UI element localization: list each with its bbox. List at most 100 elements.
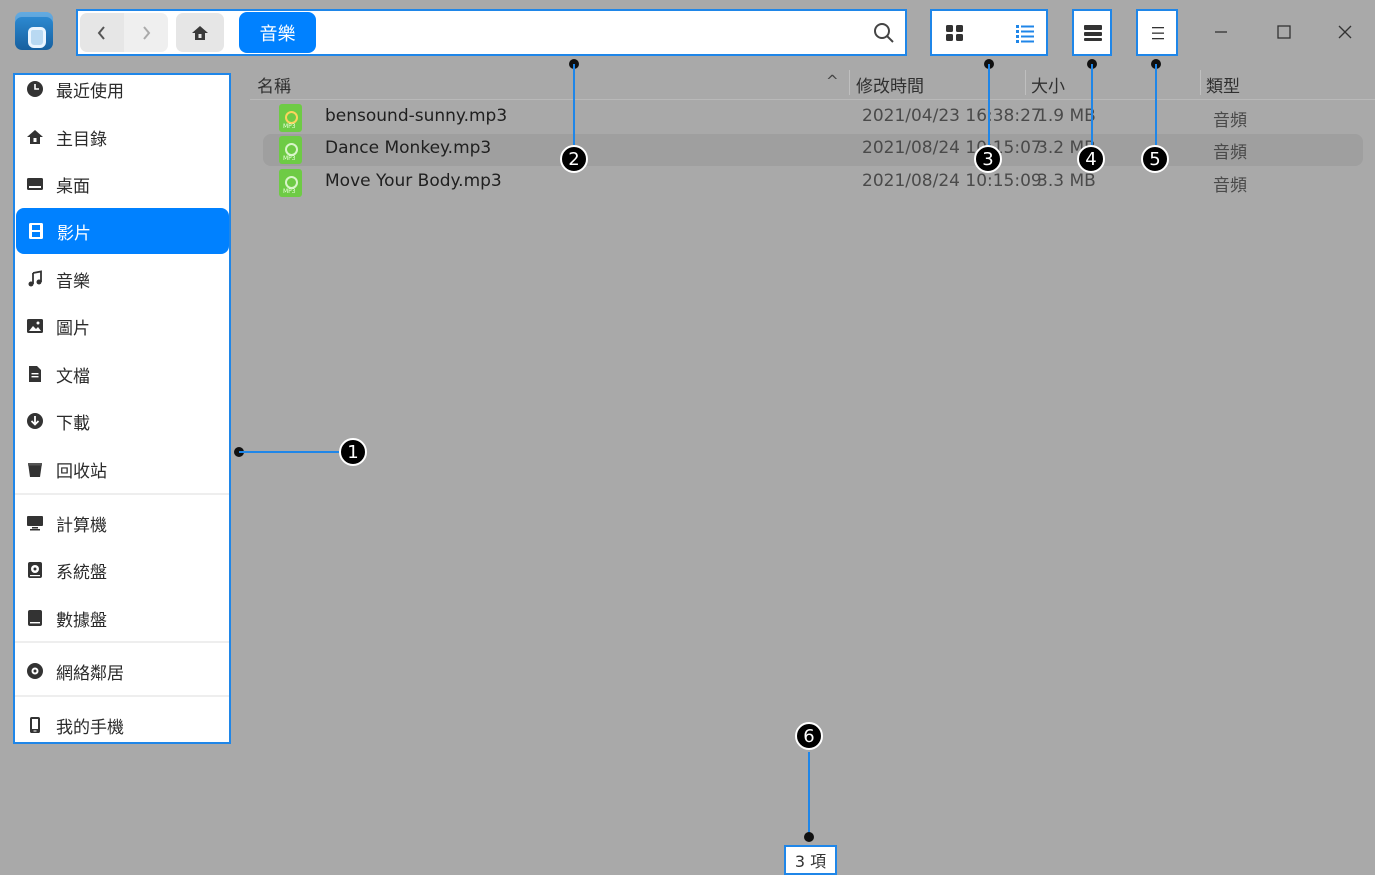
file-row[interactable]: Move Your Body.mp3 2021/08/24 10:15:09 3…	[263, 167, 1363, 199]
file-type: 音頻	[1213, 143, 1247, 163]
sidebar-item-videos[interactable]: 影片	[16, 208, 229, 254]
file-type: 音頻	[1213, 176, 1247, 196]
maximize-icon	[1277, 25, 1291, 39]
grid-icon[interactable]	[944, 22, 966, 44]
callout-badge: 6	[795, 722, 823, 750]
file-name: Move Your Body.mp3	[325, 171, 502, 191]
file-row[interactable]: bensound-sunny.mp3 2021/04/23 16:38:27 1…	[263, 102, 1363, 134]
file-type: 音頻	[1213, 111, 1247, 131]
sidebar-divider	[15, 695, 229, 697]
breadcrumb-music[interactable]: 音樂	[239, 12, 316, 53]
sidebar-item-label: 下載	[56, 413, 90, 434]
maximize-button[interactable]	[1268, 16, 1300, 48]
mp3-file-icon	[279, 169, 302, 197]
file-row-selected[interactable]: Dance Monkey.mp3 2021/08/24 10:15:07 3.2…	[263, 134, 1363, 166]
file-name: Dance Monkey.mp3	[325, 138, 492, 158]
address-bar: 音樂	[76, 9, 907, 56]
home-icon	[192, 25, 208, 40]
sidebar-item-pictures[interactable]: 圖片	[15, 303, 229, 349]
home-button[interactable]	[176, 13, 224, 52]
file-modified: 2021/04/23 16:38:27	[862, 106, 1042, 126]
sidebar-item-label: 桌面	[56, 176, 90, 197]
sidebar-divider	[15, 493, 229, 495]
system-disk-icon	[25, 560, 45, 580]
sidebar-item-label: 最近使用	[56, 81, 124, 102]
hamburger-menu-icon	[1152, 27, 1164, 40]
sidebar-item-desktop[interactable]: 桌面	[15, 161, 229, 207]
mp3-file-icon	[279, 104, 302, 132]
file-size: 1.9 MB	[1037, 106, 1096, 126]
callout-badge: 3	[974, 145, 1002, 173]
status-item-count: 3 項	[784, 845, 837, 875]
list-icon[interactable]	[1014, 22, 1036, 44]
title-bar: 音樂	[0, 0, 1375, 66]
back-button[interactable]	[80, 13, 124, 52]
sidebar-item-home[interactable]: 主目錄	[15, 114, 229, 160]
desktop-icon	[25, 174, 45, 194]
column-divider[interactable]	[849, 70, 850, 95]
callout-line	[1091, 64, 1093, 145]
callout-line	[239, 451, 339, 453]
callout-badge: 4	[1077, 145, 1105, 173]
column-divider[interactable]	[1025, 70, 1026, 95]
forward-button[interactable]	[124, 13, 168, 52]
callout-badge: 2	[560, 145, 588, 173]
view-mode-group	[930, 9, 1048, 56]
file-size: 3.3 MB	[1037, 171, 1096, 191]
film-icon	[26, 221, 46, 241]
file-list-area[interactable]: 名稱 ^ 修改時間 大小 類型 bensound-sunny.mp3 2021/…	[250, 66, 1375, 875]
sidebar-item-label: 數據盤	[56, 610, 107, 631]
close-button[interactable]	[1329, 16, 1361, 48]
column-header: 名稱 ^ 修改時間 大小 類型	[250, 66, 1375, 100]
picture-icon	[25, 316, 45, 336]
data-disk-icon	[25, 608, 45, 628]
column-size[interactable]: 大小	[1031, 72, 1065, 97]
close-icon	[1338, 25, 1352, 39]
detail-view-button[interactable]	[1072, 9, 1112, 56]
column-divider[interactable]	[1200, 70, 1201, 95]
sidebar-item-label: 網絡鄰居	[56, 663, 124, 684]
callout-badge: 1	[339, 438, 367, 466]
minimize-button[interactable]	[1205, 16, 1237, 48]
chevron-left-icon	[97, 25, 105, 40]
sidebar-item-computer[interactable]: 計算機	[15, 500, 229, 546]
column-type[interactable]: 類型	[1206, 72, 1240, 97]
sidebar-item-trash[interactable]: 回收站	[15, 446, 229, 492]
sidebar-item-system-disk[interactable]: 系統盤	[15, 547, 229, 593]
callout-line	[988, 64, 990, 145]
sidebar-item-network[interactable]: 網絡鄰居	[15, 648, 229, 694]
music-note-icon	[25, 269, 45, 289]
column-modified[interactable]: 修改時間	[856, 72, 924, 97]
search-icon[interactable]	[872, 21, 896, 45]
sidebar-item-documents[interactable]: 文檔	[15, 351, 229, 397]
minimize-icon	[1215, 31, 1227, 33]
sidebar-item-music[interactable]: 音樂	[15, 256, 229, 302]
sidebar-item-label: 圖片	[56, 318, 90, 339]
chevron-right-icon	[143, 25, 151, 40]
sidebar-item-label: 文檔	[56, 366, 90, 387]
callout-line	[1155, 64, 1157, 145]
sort-ascending-icon[interactable]: ^	[826, 72, 839, 90]
sidebar-item-data-disk[interactable]: 數據盤	[15, 595, 229, 641]
sidebar-item-phone[interactable]: 我的手機	[15, 702, 229, 742]
home-icon	[25, 127, 45, 147]
computer-icon	[25, 513, 45, 533]
callout-line	[808, 752, 810, 833]
sidebar-item-downloads[interactable]: 下載	[15, 398, 229, 444]
column-name[interactable]: 名稱	[257, 72, 291, 97]
sidebar-item-label: 主目錄	[56, 129, 107, 150]
document-icon	[25, 364, 45, 384]
sidebar-item-label: 我的手機	[56, 717, 124, 738]
sidebar-item-label: 計算機	[56, 515, 107, 536]
trash-icon	[25, 459, 45, 479]
sidebar-item-label: 音樂	[56, 271, 90, 292]
mp3-file-icon	[279, 136, 302, 164]
sidebar-item-label: 回收站	[56, 461, 107, 482]
main-menu-button[interactable]	[1136, 9, 1178, 56]
sidebar: 最近使用 主目錄 桌面 影片 音樂 圖片 文檔 下載 回收站 計算機 系統盤 數…	[13, 73, 231, 744]
phone-icon	[25, 715, 45, 735]
file-name: bensound-sunny.mp3	[325, 106, 508, 126]
sidebar-item-recent[interactable]: 最近使用	[15, 75, 229, 112]
sidebar-divider	[15, 641, 229, 643]
file-modified: 2021/08/24 10:15:09	[862, 171, 1042, 191]
